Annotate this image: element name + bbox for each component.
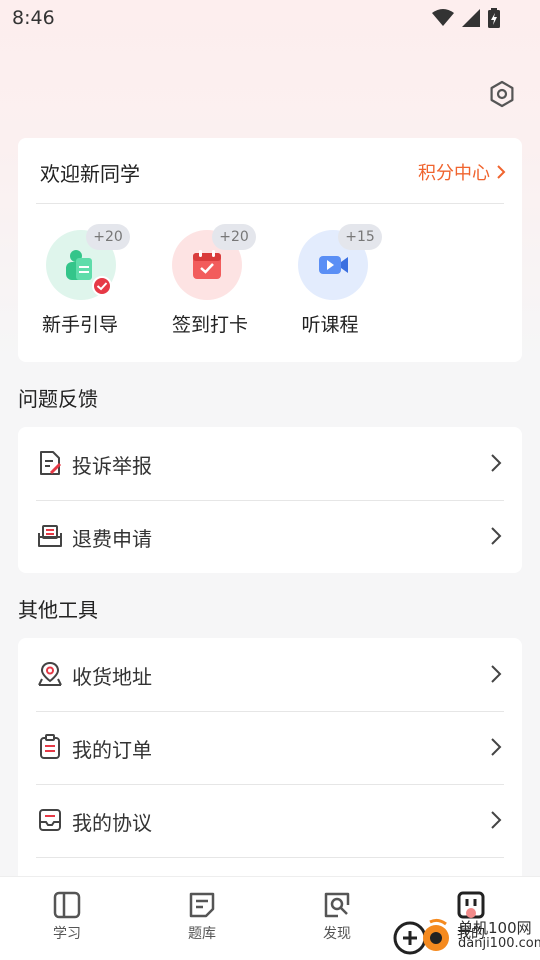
points-badge: +20 [86, 224, 130, 250]
chevron-right-icon [491, 454, 502, 472]
task-label: 听课程 [301, 314, 359, 336]
document-icon [189, 892, 215, 918]
complaint-icon [40, 451, 62, 475]
watermark-title: 单机100网 [458, 919, 532, 937]
points-badge: +20 [212, 224, 256, 250]
status-time: 8:46 [12, 7, 55, 29]
task-listen-course[interactable]: +15 听课程 [288, 224, 388, 340]
refund-icon [38, 525, 62, 547]
section-title-tools: 其他工具 [18, 598, 98, 622]
search-doc-icon [324, 892, 350, 918]
tools-card: 收货地址 我的订单 我的协议 [18, 638, 522, 898]
signal-icon [462, 9, 480, 27]
watermark: 单机100网 danji100.com [392, 916, 540, 956]
task-label: 新手引导 [41, 314, 118, 336]
divider [36, 857, 504, 858]
feedback-card: 投诉举报 退费申请 [18, 427, 522, 573]
task-newbie-guide[interactable]: +20 新手引导 [36, 224, 136, 340]
agreement-icon [39, 809, 61, 831]
welcome-title: 欢迎新同学 [40, 162, 140, 186]
tab-discover[interactable]: 发现 [297, 891, 377, 951]
list-item-complaint[interactable]: 投诉举报 [18, 427, 522, 500]
watermark-logo-icon [393, 918, 449, 955]
battery-icon [488, 8, 500, 28]
chevron-right-icon [497, 165, 506, 179]
wifi-icon [432, 9, 454, 26]
calendar-check-icon [193, 250, 221, 279]
list-item-label: 我的协议 [72, 811, 152, 835]
list-item-agreement[interactable]: 我的协议 [18, 784, 522, 857]
watermark-url: danji100.com [458, 936, 540, 951]
status-icons [432, 8, 500, 28]
chevron-right-icon [491, 665, 502, 683]
status-bar: 8:46 [0, 0, 540, 36]
tab-study[interactable]: 学习 [27, 891, 107, 951]
tab-label: 题库 [188, 926, 216, 942]
list-item-address[interactable]: 收货地址 [18, 638, 522, 711]
task-check-in[interactable]: +20 签到打卡 [162, 224, 262, 340]
list-item-refund[interactable]: 退费申请 [18, 500, 522, 573]
list-item-label: 投诉举报 [72, 454, 152, 478]
points-badge: +15 [338, 224, 382, 250]
welcome-card: 欢迎新同学 积分中心 +20 新手引导 +20 签到打卡 +15 听课程 [18, 138, 522, 362]
order-icon [40, 734, 60, 759]
list-item-orders[interactable]: 我的订单 [18, 711, 522, 784]
list-item-label: 退费申请 [72, 527, 152, 551]
points-center-link[interactable]: 积分中心 [418, 159, 506, 185]
video-icon [319, 256, 348, 274]
check-badge-icon [92, 276, 112, 296]
tab-question-bank[interactable]: 题库 [162, 891, 242, 951]
chevron-right-icon [491, 738, 502, 756]
settings-button[interactable] [488, 80, 516, 108]
list-item-label: 我的订单 [72, 738, 152, 762]
profile-icon [457, 891, 485, 919]
task-label: 签到打卡 [171, 314, 248, 336]
book-icon [53, 891, 81, 919]
tab-label: 发现 [323, 926, 351, 942]
list-item-label: 收货地址 [72, 665, 152, 689]
divider [36, 203, 504, 204]
points-center-label: 积分中心 [418, 163, 490, 184]
gear-icon [490, 80, 514, 108]
tab-label: 学习 [53, 926, 81, 942]
chevron-right-icon [491, 811, 502, 829]
chevron-right-icon [491, 527, 502, 545]
section-title-feedback: 问题反馈 [18, 387, 98, 411]
location-icon [38, 661, 62, 686]
